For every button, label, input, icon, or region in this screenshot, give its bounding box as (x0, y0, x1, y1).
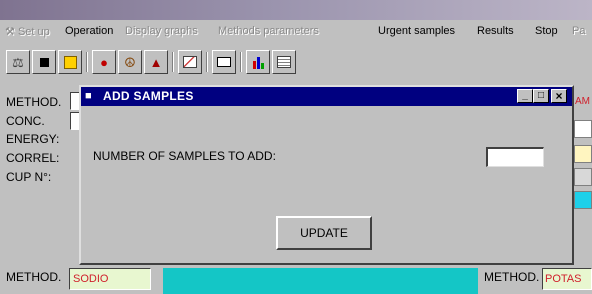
chart-icon[interactable] (178, 50, 202, 74)
menu-display-graphs[interactable]: Display graphs (125, 25, 198, 37)
bottom-right-method-label: METHOD. (484, 270, 540, 284)
samples-count-label: NUMBER OF SAMPLES TO ADD: (93, 149, 276, 163)
bar-chart-icon[interactable] (246, 50, 270, 74)
correl-label: CORREL: (6, 151, 60, 165)
samples-count-input[interactable] (486, 147, 544, 167)
tubes-icon[interactable]: ☮ (118, 50, 142, 74)
conc-label: CONC. (6, 114, 45, 128)
setup-icon: ⚒ (5, 26, 15, 38)
menu-setup[interactable]: ⚒ Set up (5, 25, 50, 38)
toolbar-separator (172, 52, 174, 72)
dialog-title: ADD SAMPLES (103, 89, 194, 103)
toolbar-separator (206, 52, 208, 72)
menu-bar: ⚒ Set up Operation Display graphs Method… (0, 20, 592, 42)
chemistry-icon[interactable]: ⚖ (6, 50, 30, 74)
menu-operation[interactable]: Operation (65, 25, 113, 37)
parent-window-titlebar (0, 0, 592, 20)
print-icon[interactable] (212, 50, 236, 74)
update-button[interactable]: UPDATE (276, 216, 372, 250)
method-label: METHOD. (6, 95, 62, 109)
bottom-left-method-label: METHOD. (6, 270, 62, 284)
menu-stop[interactable]: Stop (535, 25, 558, 37)
close-button[interactable]: × (551, 89, 567, 103)
toolbar-separator (240, 52, 242, 72)
dialog-titlebar[interactable]: ■ ADD SAMPLES _ □ × (81, 87, 572, 106)
notes-icon[interactable] (272, 50, 296, 74)
traffic-light-icon[interactable]: ● (92, 50, 116, 74)
stop-square-icon[interactable] (32, 50, 56, 74)
toolbar: ⚖ ● ☮ ▲ (0, 44, 592, 80)
right-method-text: AM (575, 96, 590, 107)
bottom-left-method-value[interactable]: SODIO (69, 268, 151, 290)
maximize-button[interactable]: □ (533, 89, 549, 103)
right-energy-field[interactable] (574, 145, 592, 163)
energy-label: ENERGY: (6, 132, 60, 146)
teal-display-area (163, 268, 478, 294)
cup-label: CUP N°: (6, 170, 52, 184)
right-correl-field[interactable] (574, 168, 592, 186)
right-conc-field[interactable] (574, 120, 592, 138)
toolbar-separator (86, 52, 88, 72)
menu-urgent-samples[interactable]: Urgent samples (378, 25, 455, 37)
add-samples-dialog: ■ ADD SAMPLES _ □ × NUMBER OF SAMPLES TO… (79, 85, 574, 265)
list-grid-icon[interactable] (58, 50, 82, 74)
menu-pa[interactable]: Pa (572, 25, 585, 37)
rack-icon[interactable]: ▲ (144, 50, 168, 74)
minimize-button[interactable]: _ (517, 89, 533, 103)
bottom-right-method-value[interactable]: POTAS (542, 268, 592, 290)
menu-methods-parameters[interactable]: Methods parameters (218, 25, 319, 37)
dialog-app-icon: ■ (85, 90, 92, 102)
right-cup-field[interactable] (574, 191, 592, 209)
menu-results[interactable]: Results (477, 25, 514, 37)
